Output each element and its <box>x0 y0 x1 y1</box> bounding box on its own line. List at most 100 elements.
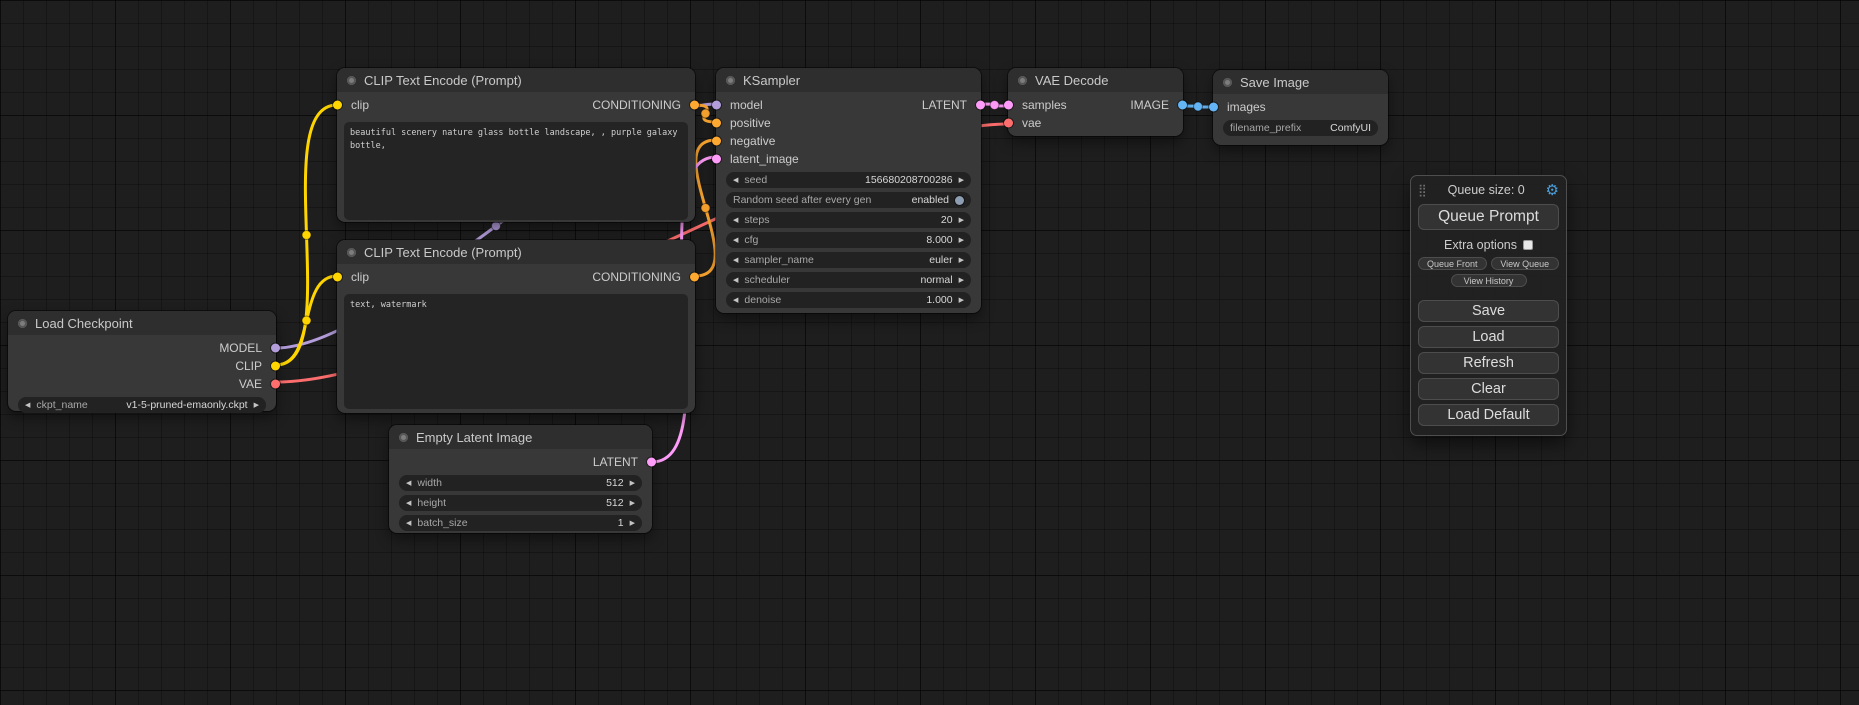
gear-icon[interactable] <box>1546 183 1559 198</box>
conditioning-output-dot[interactable] <box>690 101 699 110</box>
widget-value: normal <box>921 274 953 286</box>
vae-input-dot[interactable] <box>1004 119 1013 128</box>
collapse-dot[interactable] <box>399 433 408 442</box>
decrement-arrow-icon[interactable] <box>406 520 411 527</box>
ckpt-name-widget[interactable]: ckpt_name v1-5-pruned-emaonly.ckpt <box>18 397 266 413</box>
latent-output-dot[interactable] <box>647 458 656 467</box>
random-seed-toggle-widget[interactable]: Random seed after every gen enabled <box>726 192 971 208</box>
decrement-arrow-icon[interactable] <box>733 217 738 224</box>
node-titlebar[interactable]: CLIP Text Encode (Prompt) <box>337 68 695 92</box>
decrement-arrow-icon[interactable] <box>733 297 738 304</box>
increment-arrow-icon[interactable] <box>959 237 964 244</box>
latent-output-dot[interactable] <box>976 101 985 110</box>
increment-arrow-icon[interactable] <box>959 297 964 304</box>
next-arrow-icon[interactable] <box>959 277 964 284</box>
slot-label: images <box>1227 100 1266 114</box>
filename-prefix-widget[interactable]: filename_prefix ComfyUI <box>1223 120 1378 136</box>
input-slot-samples: samples <box>1008 96 1067 114</box>
negative-input-dot[interactable] <box>712 137 721 146</box>
drag-handle-icon[interactable] <box>1418 181 1427 199</box>
collapse-dot[interactable] <box>1223 78 1232 87</box>
sampler-name-widget[interactable]: sampler_name euler <box>726 252 971 268</box>
node-save-image[interactable]: Save Image images filename_prefix ComfyU… <box>1213 70 1388 145</box>
link-clip-to-negative <box>276 276 337 365</box>
node-titlebar[interactable]: KSampler <box>716 68 981 92</box>
collapse-dot[interactable] <box>1018 76 1027 85</box>
prev-arrow-icon[interactable] <box>733 277 738 284</box>
prompt-textarea[interactable]: text, watermark <box>344 294 688 409</box>
decrement-arrow-icon[interactable] <box>406 480 411 487</box>
refresh-button[interactable]: Refresh <box>1418 352 1559 374</box>
prev-arrow-icon[interactable] <box>733 257 738 264</box>
image-output-dot[interactable] <box>1178 101 1187 110</box>
clip-input-dot[interactable] <box>333 273 342 282</box>
decrement-arrow-icon[interactable] <box>406 500 411 507</box>
collapse-dot[interactable] <box>347 248 356 257</box>
decrement-arrow-icon[interactable] <box>733 177 738 184</box>
decrement-arrow-icon[interactable] <box>733 237 738 244</box>
model-input-dot[interactable] <box>712 101 721 110</box>
slot-label: vae <box>1022 116 1041 130</box>
widget-label: ckpt_name <box>36 399 87 411</box>
next-arrow-icon[interactable] <box>254 402 259 409</box>
load-default-button[interactable]: Load Default <box>1418 404 1559 426</box>
positive-input-dot[interactable] <box>712 119 721 128</box>
increment-arrow-icon[interactable] <box>630 520 635 527</box>
node-empty-latent-image[interactable]: Empty Latent Image LATENT width 512 heig… <box>389 425 652 533</box>
seed-widget[interactable]: seed 156680208700286 <box>726 172 971 188</box>
view-queue-button[interactable]: View Queue <box>1491 257 1560 270</box>
prompt-textarea[interactable]: beautiful scenery nature glass bottle la… <box>344 122 688 220</box>
increment-arrow-icon[interactable] <box>959 217 964 224</box>
conditioning-output-dot[interactable] <box>690 273 699 282</box>
collapse-dot[interactable] <box>726 76 735 85</box>
latent-image-input-dot[interactable] <box>712 155 721 164</box>
output-slot-latent: LATENT <box>593 453 652 471</box>
next-arrow-icon[interactable] <box>959 257 964 264</box>
vae-output-dot[interactable] <box>271 380 280 389</box>
widget-label: width <box>417 477 442 489</box>
prev-arrow-icon[interactable] <box>25 402 30 409</box>
width-widget[interactable]: width 512 <box>399 475 642 491</box>
widget-value: 8.000 <box>926 234 952 246</box>
node-titlebar[interactable]: Empty Latent Image <box>389 425 652 449</box>
node-title-label: CLIP Text Encode (Prompt) <box>364 73 522 88</box>
steps-widget[interactable]: steps 20 <box>726 212 971 228</box>
height-widget[interactable]: height 512 <box>399 495 642 511</box>
node-load-checkpoint[interactable]: Load Checkpoint MODEL CLIP VAE <box>8 311 276 411</box>
output-slot-vae: VAE <box>239 375 276 393</box>
node-vae-decode[interactable]: VAE Decode samples IMAGE vae <box>1008 68 1183 136</box>
node-clip-text-encode-positive[interactable]: CLIP Text Encode (Prompt) clip CONDITION… <box>337 68 695 222</box>
save-button[interactable]: Save <box>1418 300 1559 322</box>
link-midpoint-dot <box>302 316 311 325</box>
node-clip-text-encode-negative[interactable]: CLIP Text Encode (Prompt) clip CONDITION… <box>337 240 695 413</box>
images-input-dot[interactable] <box>1209 103 1218 112</box>
collapse-dot[interactable] <box>18 319 27 328</box>
load-button[interactable]: Load <box>1418 326 1559 348</box>
extra-options-checkbox[interactable] <box>1523 240 1533 250</box>
node-titlebar[interactable]: Load Checkpoint <box>8 311 276 335</box>
cfg-widget[interactable]: cfg 8.000 <box>726 232 971 248</box>
node-ksampler[interactable]: KSampler model LATENT positive <box>716 68 981 313</box>
clear-button[interactable]: Clear <box>1418 378 1559 400</box>
node-titlebar[interactable]: Save Image <box>1213 70 1388 94</box>
node-titlebar[interactable]: VAE Decode <box>1008 68 1183 92</box>
toggle-knob[interactable] <box>955 196 964 205</box>
clip-output-dot[interactable] <box>271 362 280 371</box>
samples-input-dot[interactable] <box>1004 101 1013 110</box>
node-graph-canvas[interactable]: Load Checkpoint MODEL CLIP VAE <box>0 0 1859 705</box>
increment-arrow-icon[interactable] <box>630 500 635 507</box>
widget-label: cfg <box>744 234 758 246</box>
increment-arrow-icon[interactable] <box>630 480 635 487</box>
model-output-dot[interactable] <box>271 344 280 353</box>
denoise-widget[interactable]: denoise 1.000 <box>726 292 971 308</box>
increment-arrow-icon[interactable] <box>959 177 964 184</box>
queue-prompt-button[interactable]: Queue Prompt <box>1418 204 1559 230</box>
collapse-dot[interactable] <box>347 76 356 85</box>
widget-value: euler <box>929 254 952 266</box>
batch-size-widget[interactable]: batch_size 1 <box>399 515 642 531</box>
clip-input-dot[interactable] <box>333 101 342 110</box>
scheduler-widget[interactable]: scheduler normal <box>726 272 971 288</box>
view-history-button[interactable]: View History <box>1451 274 1527 287</box>
node-titlebar[interactable]: CLIP Text Encode (Prompt) <box>337 240 695 264</box>
queue-front-button[interactable]: Queue Front <box>1418 257 1487 270</box>
